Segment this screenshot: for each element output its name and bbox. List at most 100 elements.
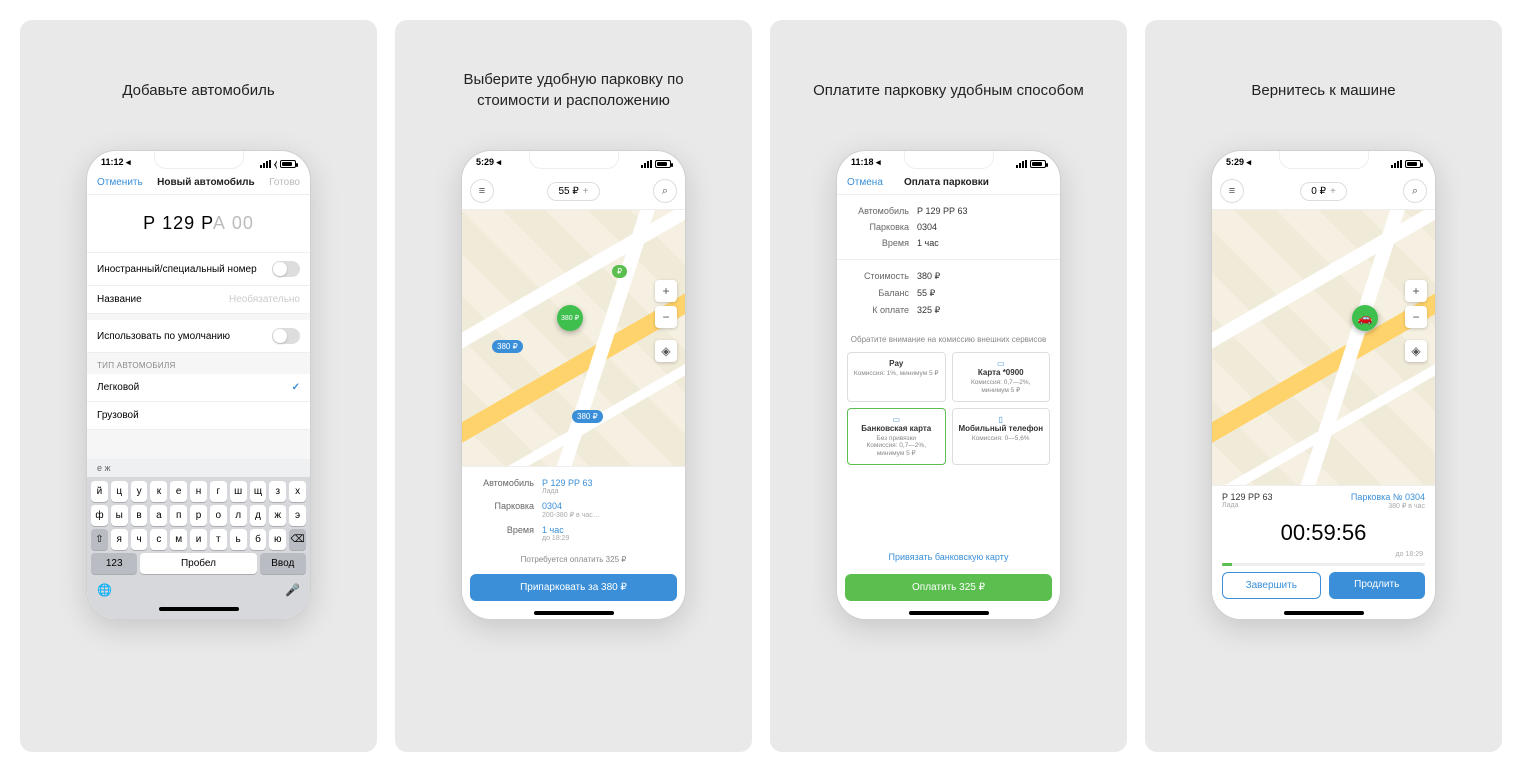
kv-key: Время [472, 525, 542, 542]
notch [1279, 151, 1369, 169]
toggle-icon[interactable] [272, 261, 300, 277]
price-bubble[interactable]: 380 ₽ [572, 410, 603, 423]
zoom-out-button[interactable]: − [1405, 306, 1427, 328]
name-placeholder: Необязательно [229, 294, 300, 305]
kv-parking[interactable]: Парковка 0304200-380 ₽ в час… [472, 498, 675, 522]
pay-option-newcard[interactable]: ▭ Банковская карта Без привязки Комиссия… [847, 408, 946, 465]
numeric-key[interactable]: 123 [91, 553, 137, 574]
key[interactable]: д [250, 505, 267, 526]
car-pin[interactable]: 🚗 [1352, 305, 1378, 331]
shift-key[interactable]: ⇧ [91, 529, 108, 550]
key[interactable]: о [210, 505, 227, 526]
key[interactable]: у [131, 481, 148, 502]
default-label: Использовать по умолчанию [97, 331, 230, 342]
license-plate-input[interactable]: Р 129 РА 00 [87, 195, 310, 253]
park-block: Парковка № 0304 380 ₽ в час [1351, 492, 1425, 510]
kv-car[interactable]: Автомобиль Р 129 РР 63Лада [472, 475, 675, 498]
search-button[interactable]: ⌕ [653, 179, 677, 203]
key[interactable]: а [150, 505, 167, 526]
park-button[interactable]: Припарковать за 380 ₽ [470, 574, 677, 601]
foreign-toggle-row[interactable]: Иностранный/специальный номер [87, 253, 310, 286]
kv-sub: 200-380 ₽ в час… [542, 511, 600, 519]
key[interactable]: ш [230, 481, 247, 502]
type-option-car[interactable]: Легковой ✓ [87, 374, 310, 402]
pay-option-phone[interactable]: ▯ Мобильный телефон Комиссия: 0—5,6% [952, 408, 1051, 465]
name-input-row[interactable]: Название Необязательно [87, 286, 310, 314]
notch [154, 151, 244, 169]
key[interactable]: б [250, 529, 267, 550]
key[interactable]: м [170, 529, 187, 550]
mic-icon[interactable]: 🎤 [281, 581, 304, 599]
key[interactable]: т [210, 529, 227, 550]
menu-button[interactable]: ≡ [470, 179, 494, 203]
key[interactable]: щ [250, 481, 267, 502]
key[interactable]: в [131, 505, 148, 526]
parking-pin[interactable]: 380 ₽ [557, 305, 583, 331]
balance-pill[interactable]: 0 ₽ + [1300, 182, 1347, 201]
zoom-in-button[interactable]: + [1405, 280, 1427, 302]
locate-button[interactable]: ◈ [1405, 340, 1427, 362]
key[interactable]: ч [131, 529, 148, 550]
key[interactable]: й [91, 481, 108, 502]
backspace-key[interactable]: ⌫ [289, 529, 306, 550]
done-button[interactable]: Готово [269, 177, 300, 188]
button-row: Завершить Продлить [1212, 572, 1435, 607]
zoom-in-button[interactable]: + [655, 280, 677, 302]
map[interactable]: 🚗 + − ◈ [1212, 210, 1435, 485]
default-toggle-row[interactable]: Использовать по умолчанию [87, 320, 310, 353]
map[interactable]: 380 ₽ 380 ₽ ₽ 380 ₽ + − ◈ [462, 210, 685, 466]
panel-choose-parking: Выберите удобную парковку по стоимости и… [395, 20, 752, 752]
key[interactable]: г [210, 481, 227, 502]
type-header: ТИП АВТОМОБИЛЯ [87, 353, 310, 374]
key[interactable]: н [190, 481, 207, 502]
kv-time[interactable]: Время 1 часдо 18:29 [472, 522, 675, 545]
search-button[interactable]: ⌕ [1403, 179, 1427, 203]
key[interactable]: з [269, 481, 286, 502]
key[interactable]: к [150, 481, 167, 502]
pay-option-card[interactable]: ▭ Карта *0900 Комиссия: 0,7—2%, минимум … [952, 352, 1051, 402]
menu-button[interactable]: ≡ [1220, 179, 1244, 203]
timer: 00:59:56 [1212, 510, 1435, 548]
key[interactable]: л [230, 505, 247, 526]
price-bubble[interactable]: 380 ₽ [492, 340, 523, 353]
cancel-button[interactable]: Отменить [97, 177, 143, 188]
battery-icon [655, 160, 671, 168]
key[interactable]: ю [269, 529, 286, 550]
zoom-out-button[interactable]: − [655, 306, 677, 328]
cancel-button[interactable]: Отмена [847, 177, 883, 188]
kv-value: 325 ₽ [917, 305, 940, 316]
enter-key[interactable]: Ввод [260, 553, 306, 574]
kv-value: 1 час [542, 525, 569, 535]
key[interactable]: э [289, 505, 306, 526]
key[interactable]: ы [111, 505, 128, 526]
type-truck-label: Грузовой [97, 410, 139, 421]
balance-pill[interactable]: 55 ₽ + [547, 182, 599, 201]
end-button[interactable]: Завершить [1222, 572, 1321, 599]
key[interactable]: ь [230, 529, 247, 550]
key[interactable]: п [170, 505, 187, 526]
space-key[interactable]: Пробел [140, 553, 256, 574]
key[interactable]: е [170, 481, 187, 502]
locate-button[interactable]: ◈ [655, 340, 677, 362]
info-bar: Р 129 РР 63 Лада Парковка № 0304 380 ₽ в… [1212, 485, 1435, 510]
notch [529, 151, 619, 169]
extend-button[interactable]: Продлить [1329, 572, 1426, 599]
price-bubble[interactable]: ₽ [612, 265, 627, 278]
globe-icon[interactable]: 🌐 [93, 581, 116, 599]
key[interactable]: ц [111, 481, 128, 502]
key[interactable]: ж [269, 505, 286, 526]
key[interactable]: ф [91, 505, 108, 526]
link-card-button[interactable]: Привязать банковскую карту [837, 546, 1060, 568]
payment-note: Потребуется оплатить 325 ₽ [462, 553, 685, 568]
kv-key: Стоимость [847, 271, 917, 282]
key[interactable]: р [190, 505, 207, 526]
key[interactable]: я [111, 529, 128, 550]
type-option-truck[interactable]: Грузовой [87, 402, 310, 430]
pay-option-applepay[interactable]: Pay Комиссия: 1%, минимум 5 ₽ [847, 352, 946, 402]
park-link[interactable]: Парковка № 0304 [1351, 492, 1425, 502]
key[interactable]: х [289, 481, 306, 502]
key[interactable]: с [150, 529, 167, 550]
key[interactable]: и [190, 529, 207, 550]
pay-button[interactable]: Оплатить 325 ₽ [845, 574, 1052, 601]
toggle-icon[interactable] [272, 328, 300, 344]
